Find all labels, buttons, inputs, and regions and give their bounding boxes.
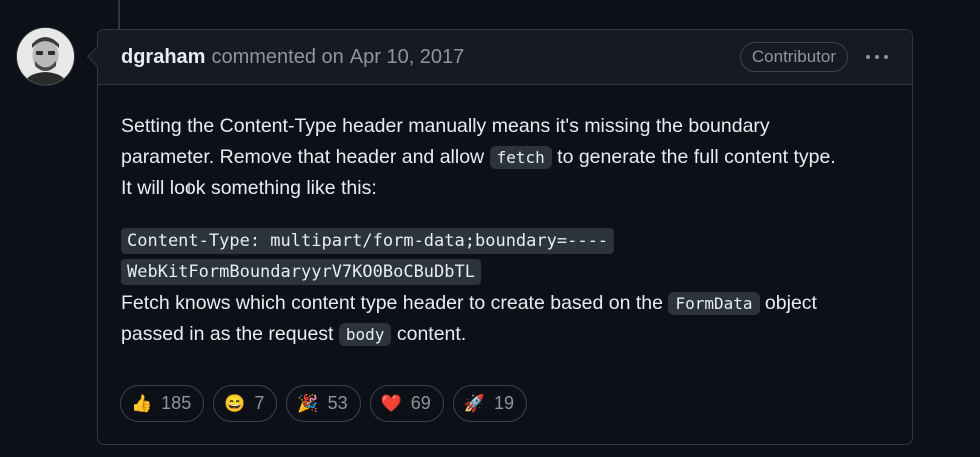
paragraph-2: Fetch knows which content type header to… <box>121 288 889 350</box>
comment-page: dgraham commented on Apr 10, 2017 Contrib… <box>0 0 980 457</box>
inline-code-fetch: fetch <box>489 146 552 169</box>
reaction-count: 185 <box>161 393 192 413</box>
comment-header: dgraham commented on Apr 10, 2017 Contrib… <box>98 30 912 85</box>
reaction-rocket[interactable]: 🚀 19 <box>452 385 528 422</box>
para2-line2-tail: content. <box>396 323 467 345</box>
comment-meta: commented on Apr 10, 2017 <box>211 46 464 69</box>
comment-date-link[interactable]: Apr 10, 2017 <box>350 46 465 68</box>
reaction-count: 53 <box>327 393 348 413</box>
reaction-hooray[interactable]: 🎉 53 <box>286 385 361 422</box>
header-actions: Contributor <box>739 42 890 72</box>
rocket-icon: 🚀 <box>463 394 485 413</box>
comment-box: dgraham commented on Apr 10, 2017 Contrib… <box>97 29 913 445</box>
para1-line2: parameter. Remove that header and allow <box>121 146 485 168</box>
commented-label: commented on <box>211 45 344 68</box>
timeline-line <box>118 0 120 30</box>
para2-line1: Fetch knows which content type header to… <box>121 292 664 314</box>
avatar-photo <box>17 28 74 85</box>
reactions-bar: 👍 185 😄 7 🎉 53 ❤️ 69 🚀 19 <box>120 385 528 422</box>
avatar[interactable] <box>17 28 74 85</box>
heart-icon: ❤️ <box>380 394 402 413</box>
reaction-heart[interactable]: ❤️ 69 <box>369 385 444 422</box>
code-line-1: Content-Type: multipart/form-data;bounda… <box>121 228 615 254</box>
para2-line1-tail: object <box>764 292 817 314</box>
author-link[interactable]: dgraham <box>121 46 205 69</box>
inline-code-body: body <box>338 323 392 346</box>
text-cursor-icon: I <box>187 181 192 197</box>
code-snippet: Content-Type: multipart/form-data;bounda… <box>121 226 889 288</box>
para1-line2-tail: to generate the full content type. <box>557 146 836 168</box>
inline-code-formdata: FormData <box>668 292 760 315</box>
hooray-icon: 🎉 <box>297 394 319 413</box>
thumbs-up-icon: 👍 <box>131 394 153 413</box>
para2-line2: passed in as the request <box>121 323 334 345</box>
para1-line3: It will look something like this: <box>121 177 377 199</box>
code-line-2: WebKitFormBoundaryyrV7KO0BoCBuDbTL <box>121 259 481 285</box>
contributor-badge: Contributor <box>739 42 848 72</box>
reaction-thumbs-up[interactable]: 👍 185 <box>120 385 205 422</box>
reaction-laugh[interactable]: 😄 7 <box>213 385 278 422</box>
reaction-count: 69 <box>410 393 431 413</box>
reaction-count: 19 <box>493 393 515 413</box>
comment-body: Setting the Content-Type header manually… <box>98 85 912 350</box>
para1-line1: Setting the Content-Type header manually… <box>121 115 770 137</box>
kebab-horizontal-icon[interactable] <box>864 47 890 67</box>
paragraph-1: Setting the Content-Type header manually… <box>121 111 889 204</box>
reaction-count: 7 <box>254 393 265 413</box>
laugh-icon: 😄 <box>224 394 246 413</box>
